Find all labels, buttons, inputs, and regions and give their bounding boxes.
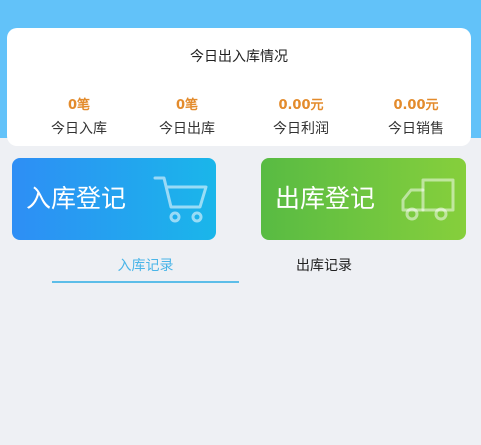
stat-value: 0笔 — [67, 98, 91, 113]
stat-value: 0.00元 — [278, 98, 324, 113]
stat-today-sales: 0.00元 今日销售 — [361, 94, 471, 138]
stat-label: 今日入库 — [51, 121, 107, 137]
stat-today-profit: 0.00元 今日利润 — [246, 94, 356, 138]
tab-stock-in-records[interactable]: 入库记录 — [52, 255, 239, 275]
summary-title: 今日出入库情况 — [190, 49, 288, 65]
daily-summary-card: 今日出入库情况 0笔 今日入库 0笔 今日出库 0.00元 今日利润 0.00元… — [7, 28, 471, 146]
stat-value: 0.00元 — [393, 98, 439, 113]
stock-in-register-label: 入库登记 — [26, 184, 127, 213]
stock-in-register-button[interactable]: 入库登记 — [12, 158, 216, 240]
stat-today-stock-out: 0笔 今日出库 — [132, 94, 242, 138]
stock-out-register-label: 出库登记 — [275, 184, 376, 213]
stat-label: 今日出库 — [159, 121, 215, 137]
stock-out-register-button[interactable]: 出库登记 — [261, 158, 466, 240]
stat-value: 0笔 — [175, 98, 199, 113]
cart-icon — [152, 172, 210, 230]
truck-icon — [397, 172, 459, 230]
tab-stock-out-records[interactable]: 出库记录 — [296, 255, 352, 275]
stat-label: 今日销售 — [388, 121, 444, 137]
active-tab-indicator — [52, 281, 239, 283]
stat-today-stock-in: 0笔 今日入库 — [24, 94, 134, 138]
stat-label: 今日利润 — [273, 121, 329, 137]
